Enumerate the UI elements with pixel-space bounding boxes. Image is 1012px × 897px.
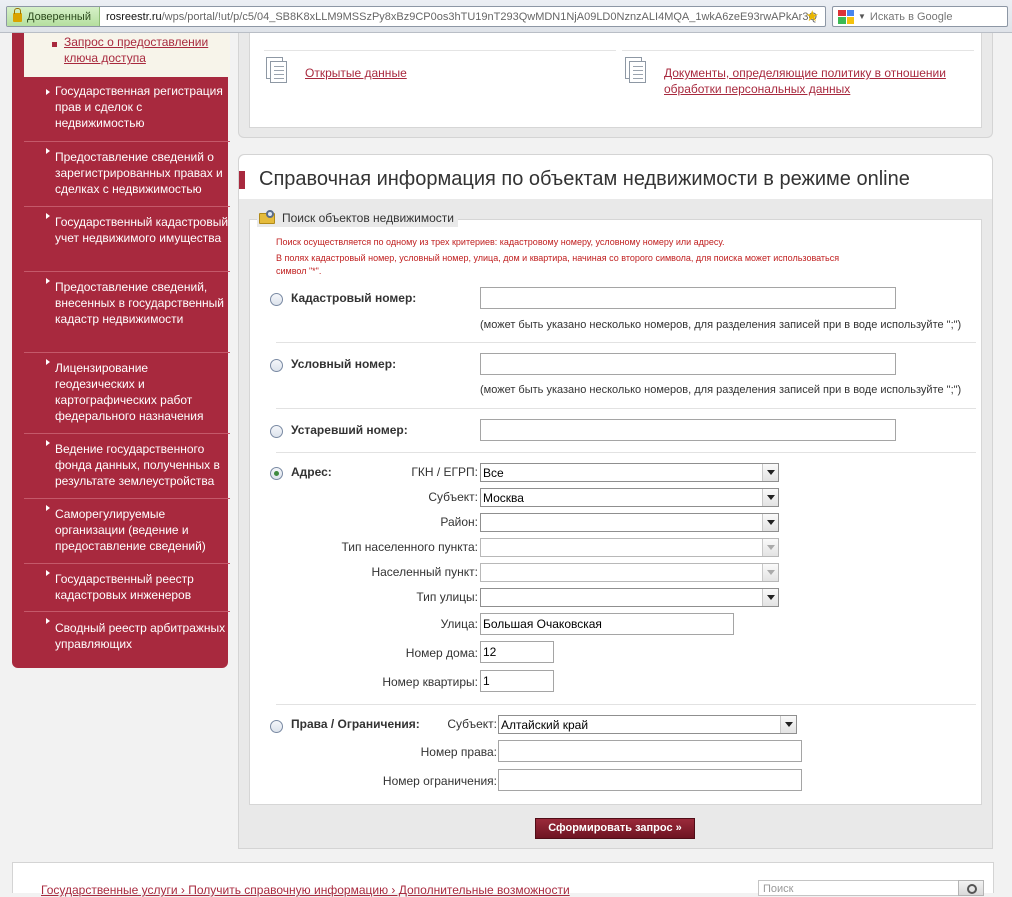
- gkn-egrp-select[interactable]: Все: [480, 463, 779, 482]
- document-icon: [266, 57, 290, 85]
- street-input[interactable]: [480, 613, 734, 635]
- search-note: Поиск осуществляется по одному из трех к…: [276, 237, 725, 247]
- subject-select[interactable]: Москва: [480, 488, 779, 507]
- policy-docs-link[interactable]: Документы, определяющие политику в отнош…: [664, 65, 964, 97]
- conditional-number-hint: (может быть указано несколько номеров, д…: [480, 384, 962, 396]
- site-search-input[interactable]: Поиск: [758, 880, 984, 896]
- conditional-number-radio[interactable]: [270, 359, 283, 372]
- cadastral-number-label: Кадастровый номер:: [291, 291, 417, 305]
- google-search-box[interactable]: ▼: [832, 6, 1008, 27]
- rights-restrictions-label: Права / Ограничения:: [291, 717, 420, 731]
- legend-text: Поиск объектов недвижимости: [282, 211, 455, 225]
- divider: [276, 408, 976, 409]
- settlement-select[interactable]: [480, 563, 779, 582]
- chevron-down-icon: [762, 564, 778, 581]
- breadcrumb[interactable]: Государственные услуги › Получить справо…: [41, 883, 570, 897]
- search-fieldset: Поиск осуществляется по одному из трех к…: [249, 219, 982, 805]
- search-note: В полях кадастровый номер, условный номе…: [276, 253, 840, 263]
- open-data-link[interactable]: Открытые данные: [305, 65, 407, 81]
- trusted-label: Доверенный: [27, 10, 91, 23]
- street-type-select[interactable]: [480, 588, 779, 607]
- search-note: символ "*".: [276, 266, 322, 276]
- street-label: Улица:: [440, 617, 478, 631]
- sidebar-item-cadastral-registration[interactable]: Государственный кадастровый учет недвижи…: [24, 206, 230, 246]
- restriction-number-label: Номер ограничения:: [382, 774, 497, 788]
- rights-restrictions-radio[interactable]: [270, 720, 283, 733]
- address-label: Адрес:: [291, 465, 332, 479]
- right-number-label: Номер права:: [420, 745, 497, 759]
- search-panel: Справочная информация по объектам недвиж…: [238, 154, 993, 849]
- street-type-label: Тип улицы:: [416, 590, 478, 604]
- chevron-down-icon: [762, 514, 778, 531]
- divider: [276, 342, 976, 343]
- conditional-number-input[interactable]: [480, 353, 896, 375]
- right-number-input[interactable]: [498, 740, 802, 762]
- page-title: Справочная информация по объектам недвиж…: [259, 168, 910, 190]
- sidebar-item-arbitration-registry[interactable]: Сводный реестр арбитражных управляющих: [24, 611, 230, 652]
- google-search-input[interactable]: [869, 10, 1000, 23]
- submit-request-button[interactable]: Сформировать запрос »: [535, 818, 695, 839]
- lock-icon: [13, 8, 22, 22]
- sidebar-item-rights-info[interactable]: Предоставление сведений о зарегистрирова…: [24, 141, 230, 197]
- address-bar[interactable]: Доверенный rosreestr.ru/wps/portal/!ut/p…: [6, 6, 826, 27]
- sidebar-submenu: Запрос о предоставлении ключа доступа: [24, 33, 230, 77]
- house-number-input[interactable]: [480, 641, 554, 663]
- settlement-label: Населенный пункт:: [371, 565, 478, 579]
- google-icon[interactable]: [838, 9, 854, 24]
- obsolete-number-radio[interactable]: [270, 425, 283, 438]
- document-icon: [625, 57, 649, 85]
- divider: [264, 50, 616, 51]
- rights-subject-select[interactable]: Алтайский край: [498, 715, 797, 734]
- obsolete-number-label: Устаревший номер:: [291, 423, 408, 437]
- sidebar-item-engineers-registry[interactable]: Государственный реестр кадастровых инжен…: [24, 563, 230, 603]
- sidebar-sublink-access-key[interactable]: Запрос о предоставлении ключа доступа: [64, 34, 224, 66]
- bookmark-star-icon[interactable]: ★: [806, 9, 819, 24]
- settlement-type-label: Тип населенного пункта:: [341, 540, 478, 554]
- sidebar-item-land-fund[interactable]: Ведение государственного фонда данных, п…: [24, 433, 230, 489]
- subject-label: Субъект:: [428, 490, 478, 504]
- chevron-down-icon[interactable]: ▼: [858, 12, 866, 21]
- title-marker: [239, 171, 245, 189]
- settlement-type-select[interactable]: [480, 538, 779, 557]
- cadastral-number-hint: (может быть указано несколько номеров, д…: [480, 319, 962, 331]
- flat-number-label: Номер квартиры:: [382, 675, 478, 689]
- district-label: Район:: [440, 515, 478, 529]
- divider: [622, 50, 974, 51]
- trusted-site-badge[interactable]: Доверенный: [7, 7, 100, 26]
- folder-search-icon: [259, 210, 277, 225]
- search-icon[interactable]: [958, 880, 984, 896]
- chevron-down-icon: [762, 539, 778, 556]
- rights-subject-label: Субъект:: [447, 717, 497, 731]
- url-text[interactable]: rosreestr.ru/wps/portal/!ut/p/c5/04_SB8K…: [100, 11, 817, 23]
- divider: [276, 452, 976, 453]
- district-select[interactable]: [480, 513, 779, 532]
- chevron-down-icon: [762, 489, 778, 506]
- chevron-down-icon: [762, 464, 778, 481]
- links-panel-inner: Открытые данные Документы, определяющие …: [249, 33, 982, 128]
- browser-toolbar: Доверенный rosreestr.ru/wps/portal/!ut/p…: [0, 0, 1012, 33]
- flat-number-input[interactable]: [480, 670, 554, 692]
- restriction-number-input[interactable]: [498, 769, 802, 791]
- chevron-down-icon: [762, 589, 778, 606]
- cadastral-number-input[interactable]: [480, 287, 896, 309]
- cadastral-number-radio[interactable]: [270, 293, 283, 306]
- sidebar-item-registration[interactable]: Государственная регистрация прав и сдело…: [24, 83, 230, 131]
- bullet-icon: [52, 42, 57, 47]
- divider: [276, 704, 976, 705]
- chevron-down-icon: [780, 716, 796, 733]
- obsolete-number-input[interactable]: [480, 419, 896, 441]
- links-panel: Открытые данные Документы, определяющие …: [238, 33, 993, 138]
- sidebar-item-cadastre-info[interactable]: Предоставление сведений, внесенных в гос…: [24, 271, 230, 327]
- gkn-egrp-label: ГКН / ЕГРП:: [411, 465, 478, 479]
- title-bar: Справочная информация по объектам недвиж…: [239, 155, 992, 199]
- house-number-label: Номер дома:: [405, 646, 478, 660]
- conditional-number-label: Условный номер:: [291, 357, 397, 371]
- sidebar-item-sro[interactable]: Саморегулируемые организации (ведение и …: [24, 498, 230, 554]
- sidebar-item-licensing[interactable]: Лицензирование геодезических и картограф…: [24, 352, 230, 424]
- fieldset-legend: Поиск объектов недвижимости: [257, 209, 459, 227]
- address-radio[interactable]: [270, 467, 283, 480]
- sidebar: Запрос о предоставлении ключа доступа Го…: [12, 33, 230, 668]
